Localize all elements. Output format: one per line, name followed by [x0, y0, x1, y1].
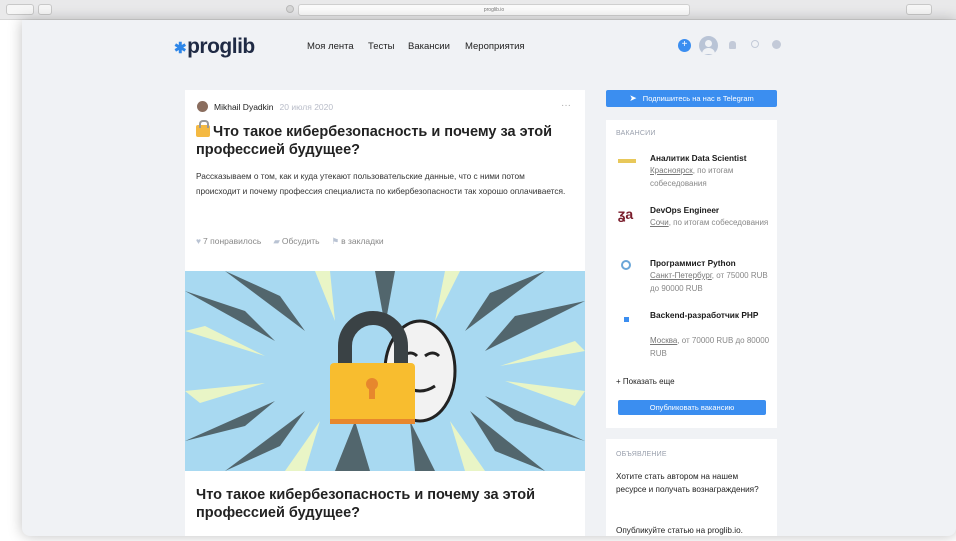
lock-emoji-icon [196, 120, 210, 137]
vacancy-title[interactable]: DevOps Engineer [650, 204, 770, 216]
search-icon[interactable] [751, 40, 759, 48]
vacancy-meta: Санкт-Петербург, от 75000 RUB до 90000 R… [650, 271, 768, 293]
article-title-secondary[interactable]: Что такое кибербезопасность и почему за … [196, 486, 566, 522]
publish-vacancy-button[interactable]: Опубликовать вакансию [618, 400, 766, 415]
vacancy-city[interactable]: Санкт-Петербург [650, 271, 712, 280]
article-actions: ♥ 7 понравилось ▰ Обсудить ⚑ в закладки [196, 236, 384, 247]
company-logo-icon [618, 159, 636, 163]
theme-icon[interactable] [772, 40, 781, 49]
vacancy-title[interactable]: Backend-разработчик PHP [650, 309, 770, 321]
company-logo-icon [624, 317, 629, 322]
vacancy-city[interactable]: Сочи [650, 218, 669, 227]
comment-icon: ▰ [273, 236, 280, 246]
bookmark-icon: ⚑ [331, 236, 340, 246]
vacancy-city[interactable]: Москва [650, 336, 677, 345]
back-forward-buttons[interactable] [6, 4, 34, 15]
nav-events[interactable]: Мероприятия [465, 41, 525, 52]
bell-icon[interactable] [729, 41, 736, 49]
telegram-subscribe-button[interactable]: ➤ Подпишитесь на нас в Telegram [606, 90, 777, 107]
company-logo-icon [621, 260, 631, 270]
vacancies-widget: ВАКАНСИИ Аналитик Data Scientist Красноя… [606, 120, 777, 428]
author-name[interactable]: Mikhail Dyadkin [214, 102, 274, 112]
add-icon[interactable]: + [678, 39, 691, 52]
like-button[interactable]: ♥ 7 понравилось [196, 236, 261, 247]
heart-icon: ♥ [196, 236, 202, 246]
article-body-cutoff [196, 528, 566, 536]
more-options-icon[interactable]: ··· [561, 100, 571, 111]
article-title[interactable]: Что такое кибербезопасность и почему за … [196, 120, 566, 159]
profile-icon[interactable] [699, 36, 718, 55]
shield-icon [286, 5, 294, 13]
logo-spark-icon: ✱ [174, 40, 187, 57]
hero-illustration [185, 271, 585, 471]
address-bar[interactable]: proglib.io [298, 4, 690, 16]
nav-vacancies[interactable]: Вакансии [408, 41, 450, 52]
vacancy-meta: Красноярск, по итогам собеседования [650, 166, 734, 188]
article-hero-image[interactable] [185, 271, 585, 471]
sidebar-toggle-button[interactable] [38, 4, 52, 15]
vacancy-title[interactable]: Аналитик Data Scientist [650, 152, 770, 164]
company-logo-icon: ʓa [618, 206, 634, 222]
browser-toolbar: proglib.io [0, 0, 956, 20]
author-avatar [197, 101, 208, 112]
announcement-widget: ОБЪЯВЛЕНИЕ Хотите стать автором на нашем… [606, 439, 777, 536]
nav-my-feed[interactable]: Моя лента [307, 41, 354, 52]
vacancies-heading: ВАКАНСИИ [616, 130, 656, 137]
announcement-text: Хотите стать автором на нашем ресурсе и … [616, 472, 759, 494]
proglib-logo[interactable]: ✱proglib [174, 35, 255, 59]
telegram-icon: ➤ [629, 93, 637, 103]
vacancy-meta: Москва, от 70000 RUB до 80000 RUB [650, 336, 770, 358]
bookmark-button[interactable]: ⚑ в закладки [332, 236, 384, 247]
vacancy-city[interactable]: Красноярск [650, 166, 693, 175]
screen: proglib.io ✱proglib Моя лента Тесты Вака… [0, 0, 956, 541]
nav-tests[interactable]: Тесты [368, 41, 394, 52]
announcement-heading: ОБЪЯВЛЕНИЕ [616, 451, 667, 458]
discuss-button[interactable]: ▰ Обсудить [273, 236, 319, 247]
vacancy-title[interactable]: Программист Python [650, 257, 770, 269]
article-excerpt: Рассказываем о том, как и куда утекают п… [196, 171, 566, 196]
show-more-link[interactable]: + Показать еще [616, 377, 675, 386]
announcement-cta-text[interactable]: Опубликуйте статью на proglib.io. [616, 525, 766, 538]
share-tabs-buttons[interactable] [906, 4, 932, 15]
article-date: 20 июля 2020 [279, 101, 334, 112]
vacancy-meta: Сочи, по итогам собеседования [650, 218, 769, 227]
article-author[interactable]: Mikhail Dyadkin 20 июля 2020 [197, 101, 333, 112]
